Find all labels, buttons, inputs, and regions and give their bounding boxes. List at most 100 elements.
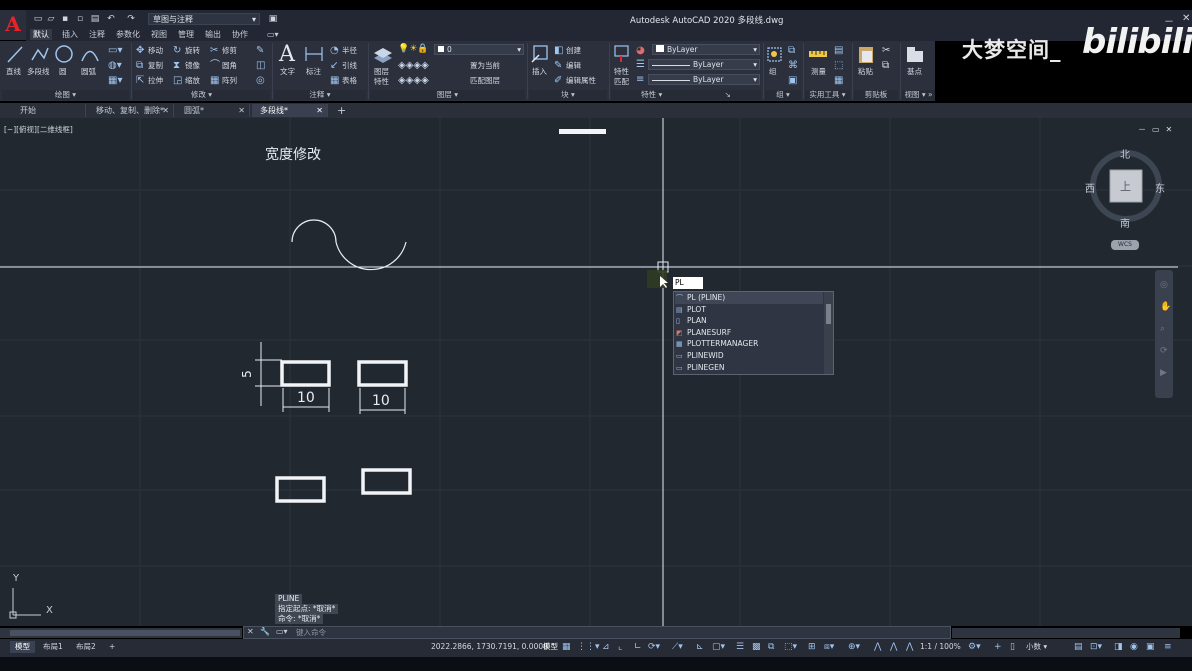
viewcube-south[interactable]: 南 [1120, 215, 1130, 230]
quick-calc-icon[interactable]: ▤ [834, 46, 843, 56]
dimension-icon[interactable] [304, 45, 324, 63]
polyline-icon[interactable] [30, 44, 50, 64]
layer-properties-icon[interactable] [372, 44, 394, 64]
3d-osnap-icon[interactable]: ⬚▾ [784, 641, 797, 653]
modify-panel-title[interactable]: 修改 ▾ [133, 90, 270, 100]
polar-icon[interactable]: ⟳▾ [648, 641, 660, 653]
auto-scale-icon[interactable]: ⋀ [890, 641, 897, 653]
viewcube-east[interactable]: 东 [1155, 180, 1165, 195]
scrollbar-thumb[interactable] [10, 630, 240, 636]
circle-icon[interactable] [54, 44, 74, 64]
explode-icon[interactable]: ◫ [256, 61, 265, 71]
tab-extra-icon[interactable]: ▭▾ [264, 29, 282, 40]
workspace-dropdown[interactable]: 草图与注释 ▾ [148, 13, 260, 25]
copy-clip-icon[interactable]: ⧉ [882, 61, 889, 71]
match-layer-button[interactable]: 匹配图层 [470, 76, 500, 86]
layout-tab-model[interactable]: 模型 [10, 641, 35, 653]
close-icon[interactable]: ✕ [162, 104, 169, 117]
array-button[interactable]: 阵列 [222, 76, 237, 86]
clipboard-panel-title[interactable]: 剪贴板 [854, 90, 898, 100]
hardware-acceleration-icon[interactable]: ◉ [1130, 641, 1138, 653]
autocomplete-item-plinewid[interactable]: PLINEWID [675, 350, 823, 362]
leader-button[interactable]: 引线 [342, 61, 357, 71]
base-view-icon[interactable] [904, 44, 926, 64]
ungroup-icon[interactable]: ⧉ [788, 46, 795, 56]
polyline-button[interactable]: 多段线 [27, 67, 50, 77]
viewport-window-controls[interactable]: －▭✕ [1138, 124, 1178, 135]
viewcube-north[interactable]: 北 [1120, 146, 1130, 161]
erase-icon[interactable]: ✎ [256, 46, 264, 56]
color-dropdown[interactable]: ByLayer ▾ [652, 44, 760, 55]
autocomplete-item-plan[interactable]: PLAN [675, 315, 823, 327]
tab-annotate[interactable]: 注释 [86, 29, 108, 40]
view-panel-title[interactable]: 视图 ▾ » [902, 90, 935, 100]
annotation-monitor-icon[interactable]: + [994, 641, 1002, 653]
dimension-button[interactable]: 标注 [306, 67, 321, 77]
id-point-icon[interactable]: ▦ [834, 76, 843, 86]
transparency-icon[interactable]: ▩ [752, 641, 761, 653]
lock-ui-icon[interactable]: ⊡▾ [1090, 641, 1102, 653]
tab-manage[interactable]: 管理 [175, 29, 197, 40]
layer-properties-button[interactable]: 图层 特性 [374, 67, 389, 87]
set-current-button[interactable]: 置为当前 [470, 61, 500, 71]
wcs-menu[interactable]: WCS [1111, 240, 1139, 250]
utilities-panel-title[interactable]: 实用工具 ▾ [805, 90, 850, 100]
redo-icon[interactable]: ↷ [126, 14, 136, 24]
save-icon[interactable]: ▪ [60, 14, 70, 24]
layer-tools2-icon[interactable]: ◈◈◈◈ [398, 76, 429, 86]
copy-button[interactable]: 复制 [148, 61, 163, 71]
stretch-button[interactable]: 拉伸 [148, 76, 163, 86]
insert-block-icon[interactable] [530, 44, 550, 64]
gizmo-icon[interactable]: ⊕▾ [848, 641, 860, 653]
viewcube-top-face[interactable]: 上 [1120, 178, 1131, 194]
autocomplete-item-planesurf[interactable]: PLANESURF [675, 327, 823, 339]
selection-cycling-icon[interactable]: ⧉ [768, 641, 774, 653]
measure-button[interactable]: 测量 [811, 67, 826, 77]
steering-wheel-icon[interactable]: ◎ [1160, 280, 1168, 290]
customize-icon[interactable]: 🔧 [260, 627, 270, 636]
match-properties-icon[interactable] [613, 44, 631, 64]
groups-panel-title[interactable]: 组 ▾ [765, 90, 801, 100]
tab-home[interactable]: 默认 [30, 29, 52, 40]
trim-button[interactable]: 修剪 [222, 46, 237, 56]
dynamic-ucs-icon[interactable]: ⊞ [808, 641, 816, 653]
table-button[interactable]: 表格 [342, 76, 357, 86]
fillet-button[interactable]: 圆角 [222, 61, 237, 71]
file-tab-polyline[interactable]: 多段线* ✕ [252, 104, 328, 117]
paste-icon[interactable] [856, 44, 876, 64]
autocomplete-item-plinegen[interactable]: PLINEGEN [675, 362, 823, 374]
grid-icon[interactable]: ▦ [562, 641, 571, 653]
properties-panel-title[interactable]: 特性 ▾ ↘ [611, 90, 761, 100]
mirror-button[interactable]: 镜像 [185, 61, 200, 71]
paste-button[interactable]: 粘贴 [858, 67, 873, 77]
customization-icon[interactable]: ≡ [1164, 641, 1172, 653]
file-tab-start[interactable]: 开始 [12, 104, 86, 117]
annotation-scale-value[interactable]: 1:1 / 100% [920, 641, 961, 653]
line-button[interactable]: 直线 [6, 67, 21, 77]
saveas-icon[interactable]: ▫ [75, 14, 85, 24]
close-icon[interactable]: ✕ [247, 627, 254, 636]
autocomplete-item-plottermanager[interactable]: PLOTTERMANAGER [675, 338, 823, 350]
zoom-extents-icon[interactable]: ⌕ [1160, 324, 1165, 334]
circle-button[interactable]: 圆 [59, 67, 67, 77]
viewcube-west[interactable]: 西 [1085, 180, 1095, 195]
undo-icon[interactable]: ↶ [106, 14, 116, 24]
add-layout-icon[interactable]: + [104, 641, 120, 653]
tab-parametric[interactable]: 参数化 [113, 29, 143, 40]
layout-tab-layout2[interactable]: 布局2 [71, 641, 101, 653]
hatch-icon[interactable]: ◍▾ [108, 61, 122, 71]
text-icon[interactable]: A [279, 42, 295, 67]
application-menu-button[interactable]: A [0, 10, 26, 40]
isolate-objects-icon[interactable]: ◨ [1114, 641, 1123, 653]
group-select-icon[interactable]: ▣ [788, 76, 797, 86]
viewport-controls-label[interactable]: [−][俯视][二维线框] [4, 124, 73, 135]
autocomplete-item-plot[interactable]: PLOT [675, 304, 823, 316]
block-panel-title[interactable]: 块 ▾ [529, 90, 607, 100]
layer-dropdown[interactable]: 0 ▾ [434, 44, 524, 55]
draw-panel-title[interactable]: 绘图 ▾ [2, 90, 129, 100]
showmotion-icon[interactable]: ▶ [1160, 368, 1167, 378]
group-edit-icon[interactable]: ⌘ [788, 61, 798, 71]
group-button[interactable]: 组 [769, 67, 777, 77]
scrollbar-thumb[interactable] [826, 304, 831, 324]
units-dropdown[interactable]: 小数 ▾ [1026, 641, 1047, 653]
